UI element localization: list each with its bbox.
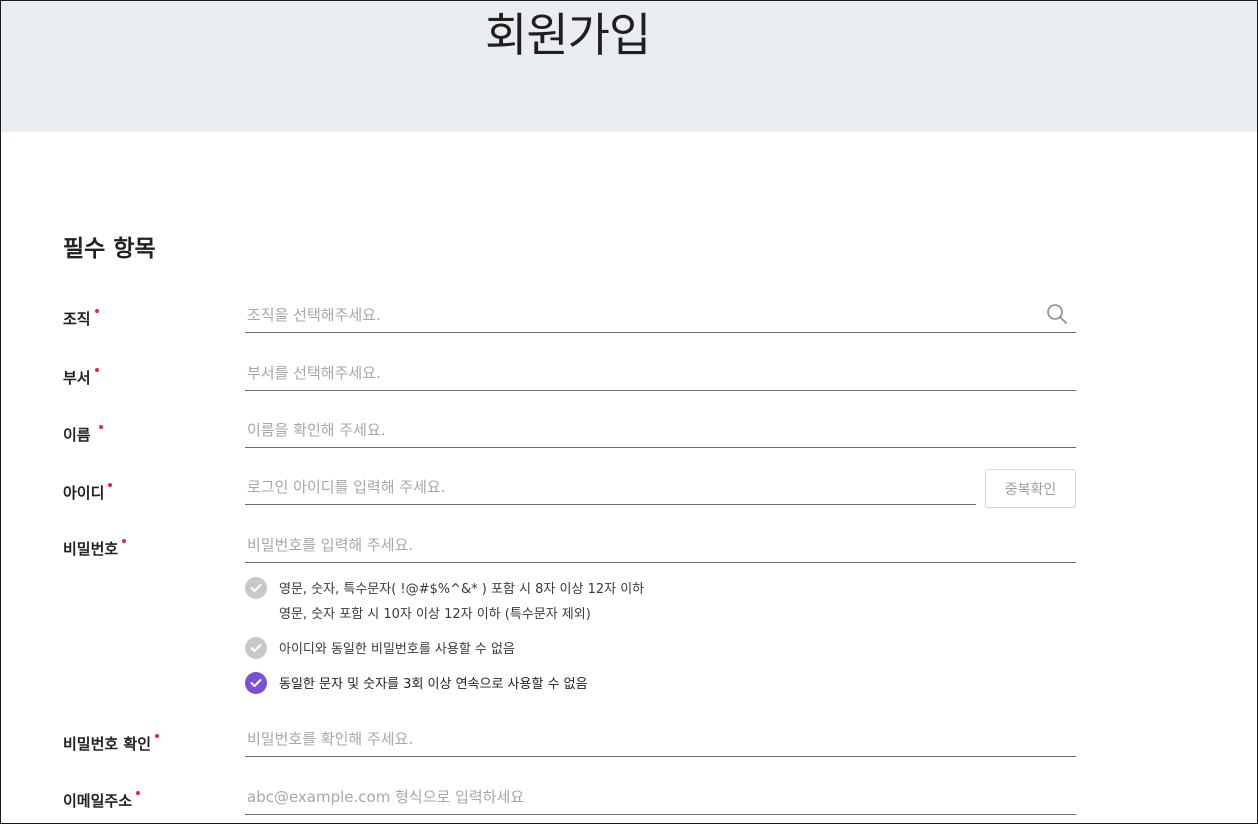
email-field[interactable] [245,779,1076,815]
password-rule-line: 영문, 숫자, 특수문자( !@#$%^&* ) 포함 시 8자 이상 12자 … [279,582,645,597]
search-icon[interactable] [1046,303,1068,325]
email-label-text: 이메일주소 [63,792,133,810]
required-dot [136,791,141,795]
user-id-label-text: 아이디 [63,484,105,502]
user-id-label: 아이디 [63,482,113,503]
password-label: 비밀번호 [63,538,127,559]
password-rule-text: 동일한 문자 및 숫자를 3회 이상 연속으로 사용할 수 없음 [279,677,588,692]
check-icon [245,637,267,659]
check-icon [245,672,267,694]
page-header: 회원가입 [1,1,1257,132]
password-rule: 영문, 숫자, 특수문자( !@#$%^&* ) 포함 시 8자 이상 12자 … [245,577,644,627]
signup-page: 회원가입 필수 항목 조직 부서 이름 아이디 중복확인 비밀번호 [0,0,1258,824]
password-rule-text: 영문, 숫자, 특수문자( !@#$%^&* ) 포함 시 8자 이상 12자 … [279,577,644,627]
password-confirm-field[interactable] [245,721,1076,757]
department-input[interactable] [245,355,1076,390]
password-rule-text: 아이디와 동일한 비밀번호를 사용할 수 없음 [279,642,515,657]
department-field[interactable] [245,355,1076,391]
department-label-text: 부서 [63,369,91,387]
duplicate-check-button[interactable]: 중복확인 [985,469,1076,508]
password-confirm-input[interactable] [245,721,1076,756]
section-title: 필수 항목 [63,236,156,262]
required-dot [108,483,113,487]
organization-field[interactable] [245,297,1076,333]
name-input[interactable] [245,412,1076,447]
name-label-text: 이름 [63,426,91,444]
password-confirm-label: 비밀번호 확인 [63,733,160,754]
page-title: 회원가입 [485,8,651,62]
password-label-text: 비밀번호 [63,540,119,558]
organization-input[interactable] [245,297,1076,332]
required-dot [155,734,160,738]
email-label: 이메일주소 [63,790,141,811]
required-dot [94,368,99,372]
password-rule: 동일한 문자 및 숫자를 3회 이상 연속으로 사용할 수 없음 [245,672,588,697]
organization-label: 조직 [63,308,99,329]
department-label: 부서 [63,367,99,388]
organization-label-text: 조직 [63,310,91,328]
required-dot [98,425,103,429]
check-icon [245,577,267,599]
password-rule: 아이디와 동일한 비밀번호를 사용할 수 없음 [245,637,515,662]
required-dot [94,309,99,313]
password-confirm-label-text: 비밀번호 확인 [63,735,152,753]
name-label: 이름 [63,424,103,445]
required-dot [122,539,127,543]
password-rule-line: 영문, 숫자 포함 시 10자 이상 12자 이하 (특수문자 제외) [279,607,591,622]
email-input[interactable] [245,779,1076,814]
name-field[interactable] [245,412,1076,448]
password-input[interactable] [245,527,1076,562]
user-id-field[interactable] [245,469,976,505]
password-field[interactable] [245,527,1076,563]
user-id-input[interactable] [245,469,976,504]
